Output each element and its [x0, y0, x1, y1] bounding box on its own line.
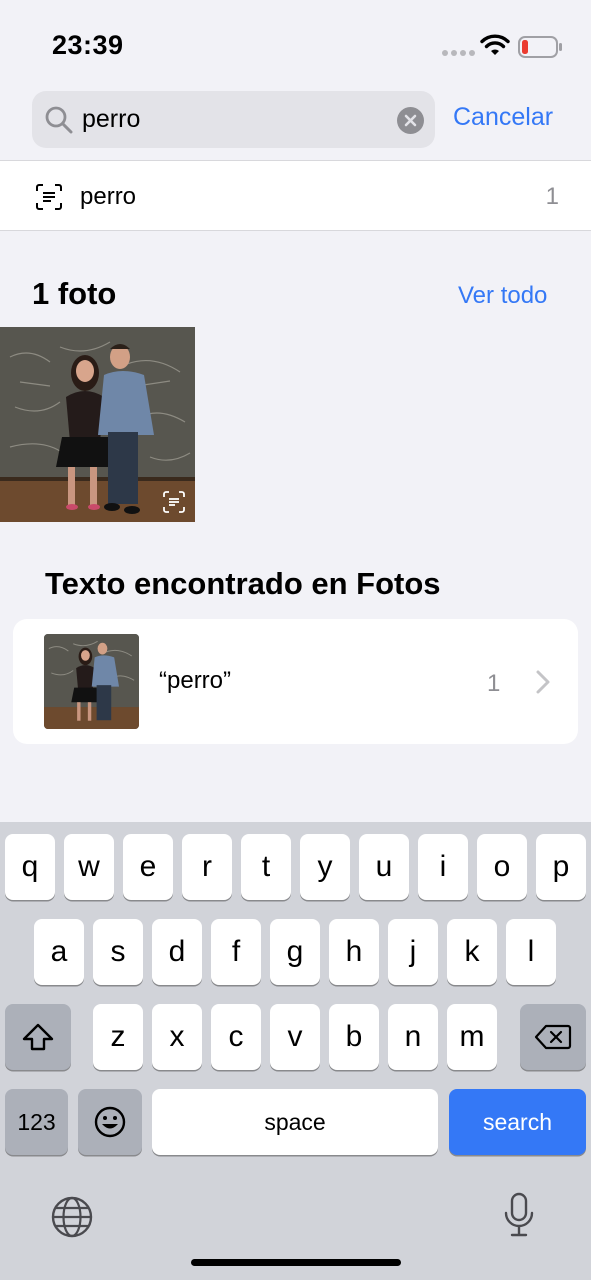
suggestion-label: perro [80, 183, 137, 210]
key-z[interactable]: z [93, 1004, 143, 1070]
key-u[interactable]: u [359, 834, 409, 900]
cellular-signal-icon [442, 50, 475, 56]
text-scan-icon [36, 184, 62, 210]
key-i[interactable]: i [418, 834, 468, 900]
shift-key[interactable] [5, 1004, 71, 1070]
cancel-button[interactable]: Cancelar [453, 103, 553, 132]
status-bar: 23:39 [0, 0, 591, 80]
key-c[interactable]: c [211, 1004, 261, 1070]
key-m[interactable]: m [447, 1004, 497, 1070]
key-s[interactable]: s [93, 919, 143, 985]
key-q[interactable]: q [5, 834, 55, 900]
photos-section-title: 1 foto [32, 276, 117, 311]
backspace-icon [534, 1024, 572, 1050]
key-k[interactable]: k [447, 919, 497, 985]
chevron-right-icon [536, 670, 550, 694]
emoji-key[interactable] [78, 1089, 142, 1155]
status-time: 23:39 [52, 30, 124, 60]
emoji-icon [94, 1106, 126, 1138]
key-t[interactable]: t [241, 834, 291, 900]
live-text-icon [163, 491, 185, 513]
wifi-icon [480, 34, 510, 55]
see-all-link[interactable]: Ver todo [458, 282, 547, 310]
key-y[interactable]: y [300, 834, 350, 900]
key-r[interactable]: r [182, 834, 232, 900]
text-found-section-title: Texto encontrado en Fotos [45, 566, 441, 601]
result-count: 1 [487, 670, 501, 697]
microphone-icon[interactable] [503, 1192, 535, 1238]
shift-icon [22, 1023, 54, 1051]
home-indicator [191, 1259, 401, 1266]
key-w[interactable]: w [64, 834, 114, 900]
search-icon [45, 106, 73, 134]
key-a[interactable]: a [34, 919, 84, 985]
key-f[interactable]: f [211, 919, 261, 985]
search-input[interactable]: perro [82, 105, 140, 134]
key-v[interactable]: v [270, 1004, 320, 1070]
globe-icon[interactable] [50, 1195, 94, 1239]
search-field[interactable]: perro [32, 91, 435, 148]
key-x[interactable]: x [152, 1004, 202, 1070]
key-e[interactable]: e [123, 834, 173, 900]
result-thumbnail [44, 634, 139, 729]
suggestion-count: 1 [545, 183, 559, 210]
key-l[interactable]: l [506, 919, 556, 985]
space-key[interactable]: space [152, 1089, 438, 1155]
key-g[interactable]: g [270, 919, 320, 985]
key-p[interactable]: p [536, 834, 586, 900]
key-b[interactable]: b [329, 1004, 379, 1070]
search-suggestion-row[interactable]: perro 1 [0, 160, 591, 231]
search-key[interactable]: search [449, 1089, 586, 1155]
key-h[interactable]: h [329, 919, 379, 985]
clear-search-icon[interactable] [397, 107, 424, 134]
numbers-key[interactable]: 123 [5, 1089, 68, 1155]
key-d[interactable]: d [152, 919, 202, 985]
delete-key[interactable] [520, 1004, 586, 1070]
battery-icon [518, 36, 562, 58]
key-o[interactable]: o [477, 834, 527, 900]
result-label: “perro” [159, 667, 232, 694]
key-j[interactable]: j [388, 919, 438, 985]
key-n[interactable]: n [388, 1004, 438, 1070]
text-result-row[interactable]: “perro” 1 [13, 619, 578, 744]
